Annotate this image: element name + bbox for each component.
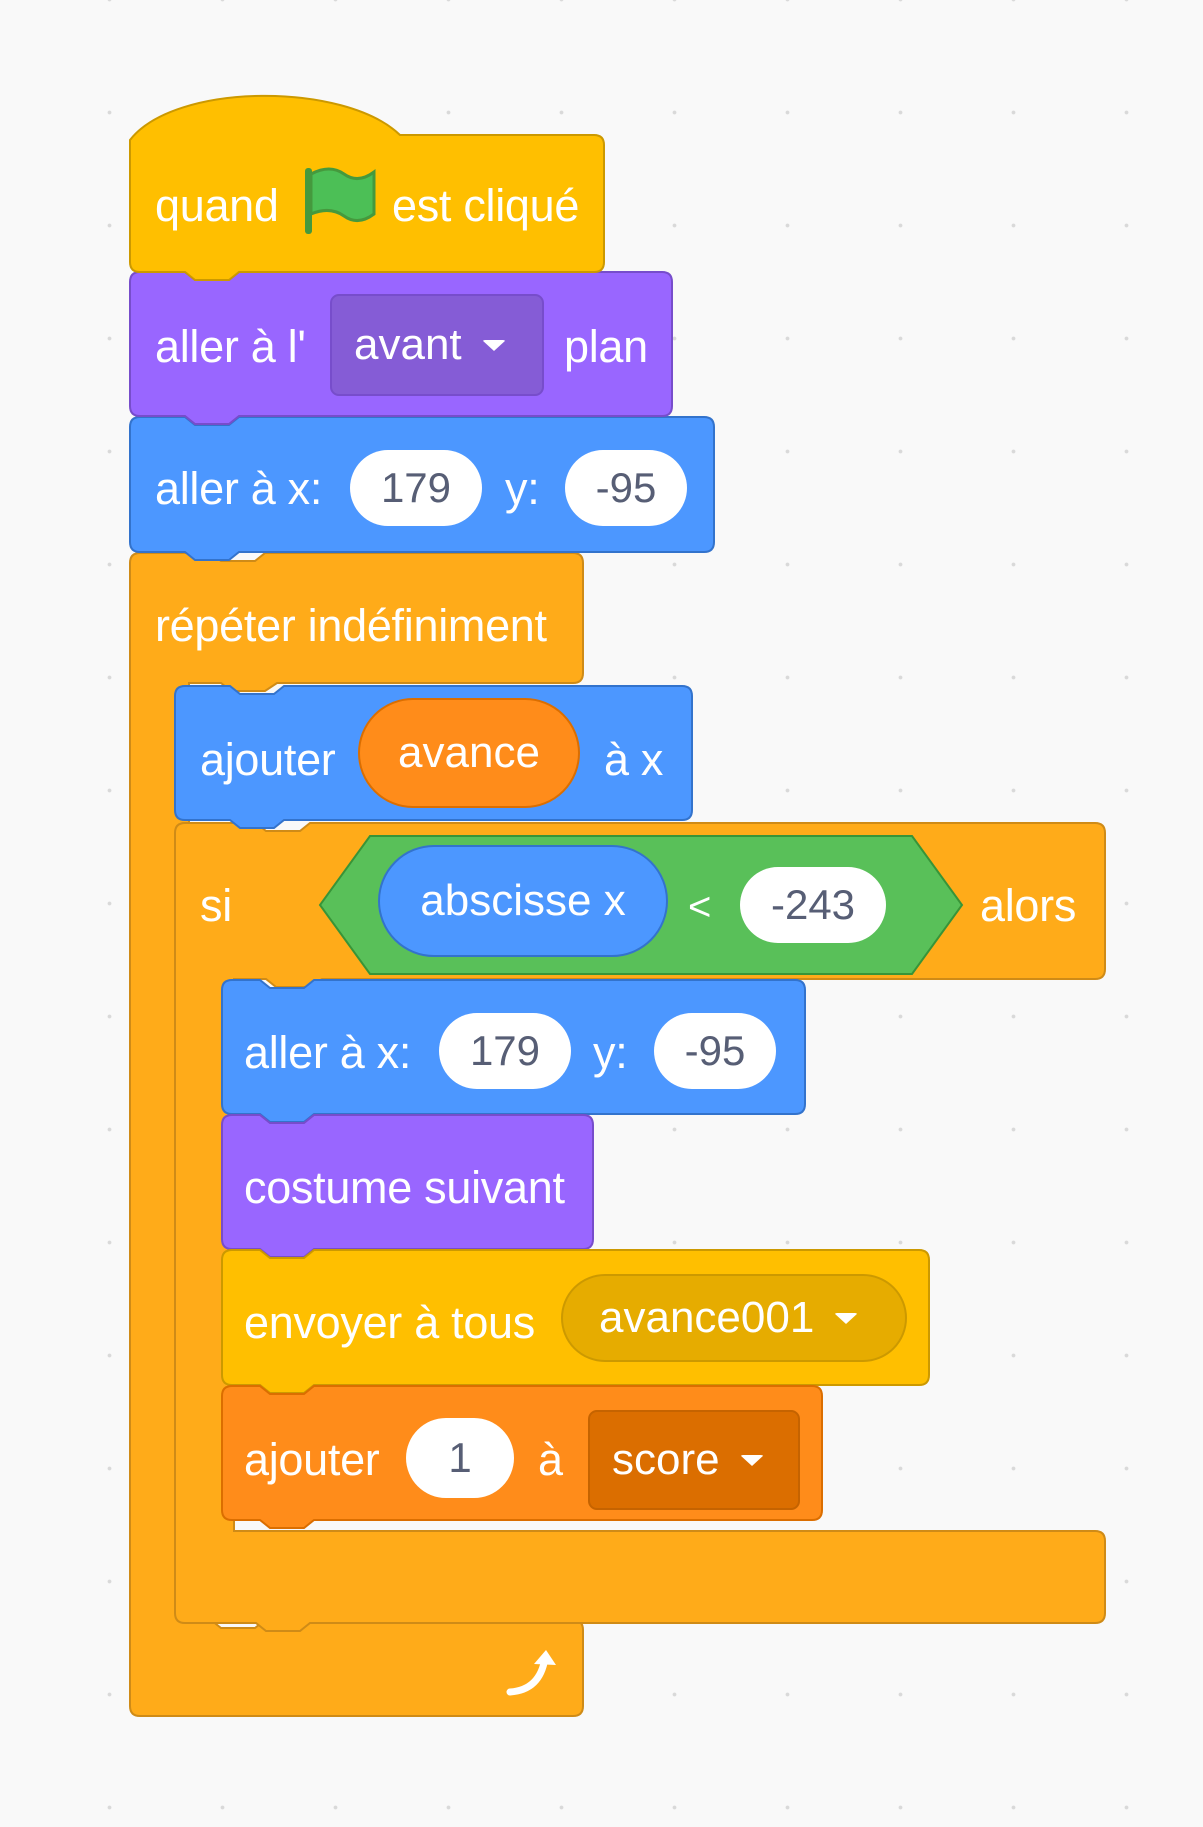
change-x-prefix: ajouter bbox=[200, 734, 336, 785]
chevron-down-icon bbox=[834, 1312, 859, 1324]
change-var-value-input[interactable]: 1 bbox=[406, 1418, 514, 1498]
inner-goto-x-label: aller à x: bbox=[244, 1027, 412, 1078]
layer-label-suffix: plan bbox=[564, 321, 648, 372]
goto-y-label: y: bbox=[505, 463, 540, 514]
change-var-prefix: ajouter bbox=[244, 1434, 380, 1485]
forever-label: répéter indéfiniment bbox=[155, 600, 547, 651]
chevron-down-icon bbox=[481, 339, 506, 351]
inner-goto-y-label: y: bbox=[593, 1027, 628, 1078]
less-than-label: < bbox=[688, 885, 712, 929]
if-label: si bbox=[200, 880, 232, 931]
change-var-middle: à bbox=[538, 1434, 563, 1485]
next-costume-label: costume suivant bbox=[244, 1162, 565, 1213]
broadcast-message-dropdown[interactable]: avance001 bbox=[561, 1274, 907, 1362]
inner-goto-y-input[interactable]: -95 bbox=[654, 1013, 776, 1089]
goto-x-label: aller à x: bbox=[155, 463, 323, 514]
compare-value-input[interactable]: -243 bbox=[740, 867, 886, 943]
chevron-down-icon bbox=[739, 1454, 764, 1466]
score-variable-value: score bbox=[612, 1435, 720, 1484]
code-area[interactable]: quand est cliqué aller à l' avant plan a… bbox=[0, 0, 1203, 1827]
change-x-suffix: à x bbox=[604, 734, 664, 785]
score-variable-dropdown[interactable]: score bbox=[588, 1410, 800, 1510]
broadcast-message-value: avance001 bbox=[599, 1293, 815, 1342]
x-position-reporter[interactable]: abscisse x bbox=[378, 845, 668, 957]
avance-variable-reporter[interactable]: avance bbox=[358, 698, 580, 808]
layer-dropdown[interactable]: avant bbox=[330, 294, 544, 396]
broadcast-label: envoyer à tous bbox=[244, 1297, 535, 1348]
hat-label-quand: quand bbox=[155, 180, 279, 231]
goto-y-input[interactable]: -95 bbox=[565, 450, 687, 526]
layer-dropdown-value: avant bbox=[354, 320, 462, 369]
then-label: alors bbox=[980, 880, 1077, 931]
inner-goto-x-input[interactable]: 179 bbox=[439, 1013, 571, 1089]
hat-label-clicked: est cliqué bbox=[392, 180, 580, 231]
goto-x-input[interactable]: 179 bbox=[350, 450, 482, 526]
layer-label-prefix: aller à l' bbox=[155, 321, 306, 372]
